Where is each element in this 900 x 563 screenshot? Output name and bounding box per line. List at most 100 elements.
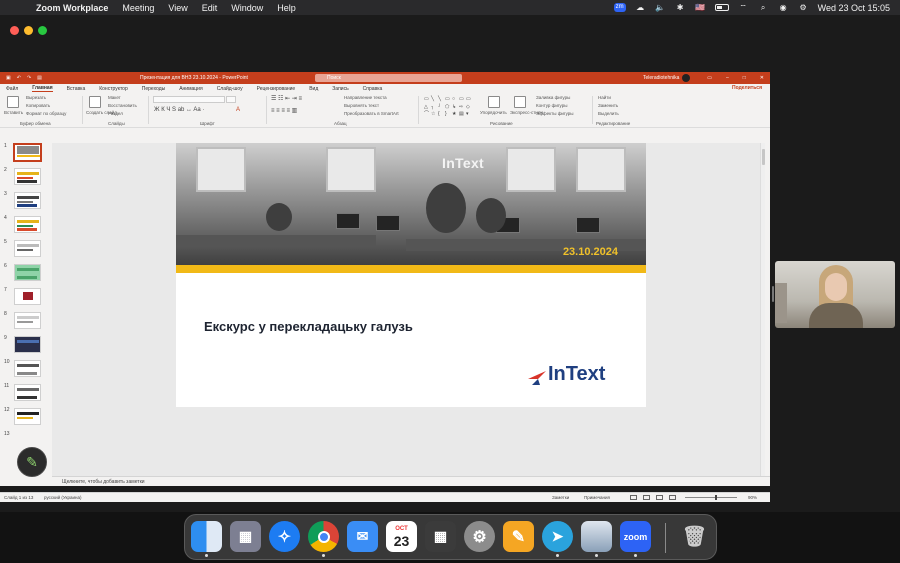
menu-edit[interactable]: Edit (202, 3, 218, 13)
share-button[interactable]: Поделиться (732, 84, 762, 93)
shapes-gallery[interactable]: ▭ ╲ ╲ ▭ ○ ▭ ▭ △ ┐ ┘ ⬠ ↳ ⇨ ◇ ⌒ ☆{} ★ ▤ ▾ (424, 96, 474, 118)
minimize-icon[interactable]: – (726, 72, 729, 84)
thumbnail-row[interactable]: 8 (0, 311, 52, 331)
language-indicator[interactable]: русский (Украина) (44, 495, 82, 500)
tab-design[interactable]: Конструктор (99, 86, 128, 92)
text-direction-button[interactable]: Направление текста (344, 95, 387, 100)
redo-icon[interactable]: ↷ (27, 75, 31, 81)
font-format-buttons[interactable]: Ж К Ч S ab ↔ Aa · (154, 107, 204, 113)
menu-app-name[interactable]: Zoom Workplace (36, 3, 108, 13)
menu-view[interactable]: View (168, 3, 187, 13)
font-size-field[interactable] (226, 96, 236, 103)
select-button[interactable]: Выделить (598, 111, 619, 116)
new-slide-icon[interactable] (89, 96, 101, 108)
ribbon-display-icon[interactable]: ▭ (707, 72, 712, 84)
mail-icon[interactable]: ✉ (347, 521, 378, 552)
tab-help[interactable]: Справка (363, 86, 383, 92)
copy-button[interactable]: Копировать (26, 103, 50, 108)
account-name[interactable]: Teleradiotehnika (643, 72, 679, 84)
zoom-status-icon[interactable]: zm (613, 3, 626, 12)
tab-file[interactable]: Файл (6, 86, 18, 92)
control-center-icon[interactable]: ⚙ (798, 3, 809, 12)
find-button[interactable]: Найти (598, 95, 611, 100)
menu-help[interactable]: Help (277, 3, 296, 13)
slide-thumbnail[interactable] (13, 143, 42, 162)
shape-effects-button[interactable]: Эффекты фигуры (536, 111, 574, 116)
thumbnail-row[interactable]: 3 (0, 191, 52, 211)
calculator-icon[interactable]: ▦ (425, 521, 456, 552)
input-source-flag-icon[interactable]: 🇺🇸 (695, 3, 706, 12)
slide-thumbnail[interactable] (14, 288, 41, 305)
sorter-view-icon[interactable] (643, 495, 650, 500)
smartart-button[interactable]: Преобразовать в SmartArt (344, 111, 399, 116)
telegram-icon[interactable]: ➤ (542, 521, 573, 552)
calendar-icon[interactable]: ОСТ 23 (386, 521, 417, 552)
paste-button[interactable]: Вставить (4, 110, 23, 115)
undo-icon[interactable]: ↶ (17, 75, 21, 81)
comments-toggle[interactable]: Примечания (584, 495, 610, 500)
tab-slideshow[interactable]: Слайд-шоу (217, 86, 243, 92)
fullscreen-window-button[interactable] (38, 26, 47, 35)
thumbnail-row[interactable]: 6 (0, 263, 52, 283)
menu-window[interactable]: Window (231, 3, 263, 13)
close-window-button[interactable] (10, 26, 19, 35)
safari-icon[interactable]: ✧ (269, 521, 300, 552)
battery-icon[interactable] (714, 4, 729, 11)
tab-review[interactable]: Рецензирование (257, 86, 296, 92)
slide-title[interactable]: Екскурс у перекладацьку галузь (204, 319, 413, 334)
current-slide[interactable]: InText 23.10.2024 Екскурс у перекладацьк… (176, 143, 646, 407)
notes-pane[interactable]: Щелкните, чтобы добавить заметки (52, 476, 770, 486)
volume-icon[interactable]: 🔈 (655, 3, 666, 12)
shape-outline-button[interactable]: Контур фигуры (536, 103, 567, 108)
notes-toggle[interactable]: Заметки (552, 495, 569, 500)
canvas-vertical-scrollbar[interactable] (760, 143, 765, 478)
slide-thumbnail[interactable] (14, 384, 41, 401)
slide-thumbnail[interactable] (14, 264, 41, 281)
participant-video[interactable] (775, 261, 895, 328)
present-icon[interactable]: ▤ (37, 75, 42, 81)
thumbnail-row[interactable]: 4 (0, 215, 52, 235)
save-icon[interactable]: ▣ (6, 75, 11, 81)
preview-icon[interactable] (581, 521, 612, 552)
wifi-icon[interactable]: ⌔ (738, 3, 749, 12)
account-avatar[interactable] (682, 74, 690, 82)
zoom-slider-knob[interactable] (715, 495, 717, 500)
launchpad-icon[interactable]: ▦ (230, 521, 261, 552)
arrange-icon[interactable] (488, 96, 500, 108)
tab-insert[interactable]: Вставка (67, 86, 86, 92)
slide-thumbnail[interactable] (14, 312, 41, 329)
font-color-icon[interactable]: A (236, 107, 240, 113)
creative-cloud-icon[interactable]: ☁ (635, 3, 646, 12)
tab-record[interactable]: Запись (332, 86, 348, 92)
maximize-icon[interactable]: □ (743, 72, 746, 84)
tab-view[interactable]: Вид (309, 86, 318, 92)
spotlight-search-icon[interactable]: ⌕ (758, 3, 769, 12)
pages-icon[interactable]: ✎ (503, 521, 534, 552)
layout-button[interactable]: Макет (108, 95, 121, 100)
close-icon[interactable]: ✕ (760, 72, 764, 84)
paste-icon[interactable] (7, 96, 19, 108)
format-painter-button[interactable]: Формат по образцу (26, 111, 66, 116)
user-icon[interactable]: ◉ (778, 3, 789, 12)
minimize-window-button[interactable] (24, 26, 33, 35)
clock[interactable]: Wed 23 Oct 15:05 (818, 3, 890, 13)
annotate-pen-button[interactable]: ✎ (17, 447, 47, 477)
slide-canvas[interactable]: InText 23.10.2024 Екскурс у перекладацьк… (52, 143, 765, 478)
thumbnail-row[interactable]: 11 (0, 383, 52, 403)
menu-meeting[interactable]: Meeting (122, 3, 154, 13)
arrange-button[interactable]: Упорядочить (480, 110, 507, 115)
thumbnail-row[interactable]: 9 (0, 335, 52, 355)
ppt-search-box[interactable]: Поиск (315, 74, 462, 82)
zoom-level[interactable]: 90% (748, 495, 757, 500)
chrome-icon[interactable] (308, 521, 339, 552)
reset-button[interactable]: Восстановить (108, 103, 137, 108)
slide-thumbnail[interactable] (14, 336, 41, 353)
slide-thumbnail[interactable] (14, 216, 41, 233)
zoom-icon[interactable]: zoom (620, 521, 651, 552)
align-buttons[interactable]: ≡ ≡ ≡ ≡ ▥ (271, 107, 297, 114)
align-text-button[interactable]: Выровнять текст (344, 103, 379, 108)
split-divider-handle[interactable] (772, 286, 774, 302)
thumbnail-row[interactable]: 10 (0, 359, 52, 379)
cut-button[interactable]: Вырезать (26, 95, 46, 100)
slide-thumbnail[interactable] (14, 408, 41, 425)
